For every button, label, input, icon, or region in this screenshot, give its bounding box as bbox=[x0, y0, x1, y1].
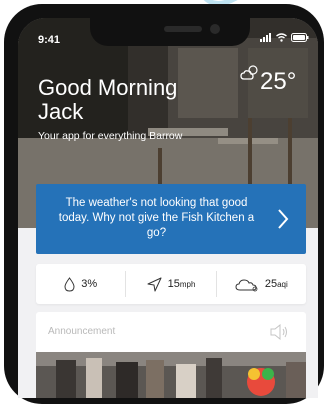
status-time: 9:41 bbox=[38, 34, 61, 46]
weather-stats-bar: 3% 15mph 25aqi bbox=[36, 264, 306, 304]
air-quality-stat: 25aqi bbox=[215, 271, 306, 297]
temperature: 25° bbox=[260, 68, 297, 95]
wind-speed-stat: 15mph bbox=[125, 271, 215, 297]
app-screen: 9:41 Good Morning Jack Your app for ever… bbox=[18, 18, 318, 398]
earpiece bbox=[164, 26, 202, 32]
app-tagline: Your app for everything Barrow bbox=[38, 130, 183, 142]
rain-chance-stat: 3% bbox=[36, 271, 125, 297]
wind-direction-icon bbox=[147, 277, 162, 291]
weather-partly-cloudy-icon bbox=[240, 65, 258, 80]
raindrop-icon bbox=[64, 276, 75, 292]
banner-text: The weather's not looking that good toda… bbox=[58, 197, 255, 239]
front-camera bbox=[210, 24, 220, 34]
cloud-air-quality-icon bbox=[235, 278, 258, 291]
announcement-card[interactable]: Announcement bbox=[36, 312, 306, 398]
greeting-title: Good Morning Jack bbox=[38, 75, 178, 124]
chevron-right-icon[interactable] bbox=[276, 208, 290, 230]
rain-chance-value: 3% bbox=[81, 278, 98, 290]
air-quality-value: 25 bbox=[264, 278, 278, 290]
wind-speed-unit: mph bbox=[179, 280, 196, 289]
suggestion-banner[interactable]: The weather's not looking that good toda… bbox=[36, 184, 306, 254]
phone-frame: 9:41 Good Morning Jack Your app for ever… bbox=[4, 4, 324, 404]
signal-icon bbox=[260, 33, 271, 42]
phone-notch bbox=[90, 18, 250, 46]
battery-icon bbox=[291, 33, 309, 42]
announcement-title: Announcement bbox=[48, 326, 116, 337]
speaker-icon[interactable] bbox=[270, 324, 288, 340]
air-quality-unit: aqi bbox=[277, 280, 288, 289]
wifi-icon bbox=[276, 33, 287, 42]
wind-speed-value: 15 bbox=[167, 278, 180, 290]
announcement-photo bbox=[36, 352, 306, 398]
status-icons bbox=[260, 33, 309, 42]
